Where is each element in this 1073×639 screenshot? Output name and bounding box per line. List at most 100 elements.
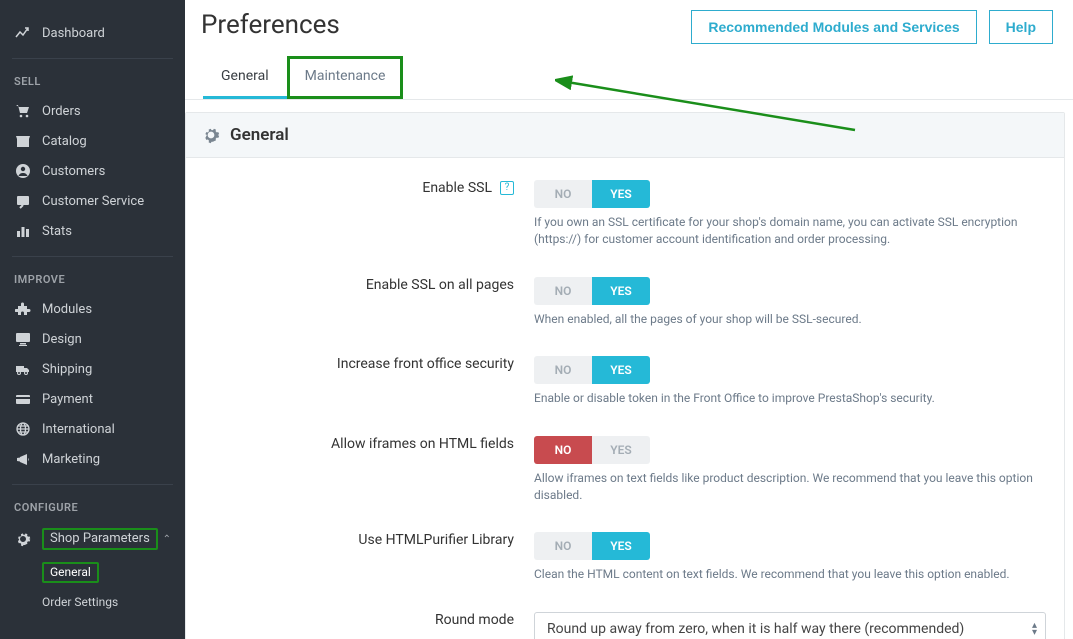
field-label: Use HTMLPurifier Library xyxy=(204,532,534,548)
toggle-yes[interactable]: YES xyxy=(592,180,650,208)
bars-icon xyxy=(14,222,32,240)
toggle-purifier[interactable]: NO YES xyxy=(534,532,650,560)
toggle-no[interactable]: NO xyxy=(534,277,592,305)
store-icon xyxy=(14,132,32,150)
tabs: General Maintenance xyxy=(185,56,1073,100)
globe-icon xyxy=(14,420,32,438)
panel-body: Enable SSL? NO YES If you own an SSL cer… xyxy=(186,158,1064,639)
row-ssl-all-pages: Enable SSL on all pages NO YES When enab… xyxy=(204,277,1046,328)
divider xyxy=(12,58,173,59)
sidebar-item-label: Shipping xyxy=(42,362,92,377)
sidebar-item-modules[interactable]: Modules xyxy=(0,294,185,324)
topbar: Preferences Recommended Modules and Serv… xyxy=(185,0,1073,44)
tab-general[interactable]: General xyxy=(203,56,287,99)
sidebar-item-label: Orders xyxy=(42,104,81,119)
field-label: Enable SSL? xyxy=(204,180,534,196)
sidebar-subitems: General Order Settings xyxy=(0,556,185,615)
help-text: Enable or disable token in the Front Off… xyxy=(534,390,1046,407)
toggle-no[interactable]: NO xyxy=(534,436,592,464)
card-icon xyxy=(14,390,32,408)
page-title: Preferences xyxy=(201,10,340,40)
help-text: Allow iframes on text fields like produc… xyxy=(534,470,1046,505)
select-round-mode[interactable]: Round up away from zero, when it is half… xyxy=(534,612,1046,639)
toggle-no[interactable]: NO xyxy=(534,532,592,560)
row-allow-iframes: Allow iframes on HTML fields NO YES Allo… xyxy=(204,436,1046,505)
toggle-yes[interactable]: YES xyxy=(592,277,650,305)
sidebar-item-customer-service[interactable]: Customer Service xyxy=(0,186,185,216)
sidebar-item-dashboard[interactable]: Dashboard xyxy=(0,18,185,48)
sidebar-item-customers[interactable]: Customers xyxy=(0,156,185,186)
gear-icon xyxy=(202,126,220,144)
toggle-enable-ssl[interactable]: NO YES xyxy=(534,180,650,208)
sidebar-item-payment[interactable]: Payment xyxy=(0,384,185,414)
sidebar-section-improve: IMPROVE xyxy=(0,267,185,294)
sidebar-item-label: Stats xyxy=(42,224,72,239)
top-actions: Recommended Modules and Services Help xyxy=(691,10,1053,44)
divider xyxy=(12,484,173,485)
sidebar-item-stats[interactable]: Stats xyxy=(0,216,185,246)
sidebar-item-label: Customer Service xyxy=(42,194,144,209)
help-button[interactable]: Help xyxy=(989,10,1053,44)
toggle-yes[interactable]: YES xyxy=(592,532,650,560)
sidebar-item-international[interactable]: International xyxy=(0,414,185,444)
panel-title: General xyxy=(230,125,289,145)
help-icon[interactable]: ? xyxy=(500,181,514,195)
sidebar-section-sell: SELL xyxy=(0,69,185,96)
sidebar-item-label: Payment xyxy=(42,392,93,407)
toggle-no[interactable]: NO xyxy=(534,180,592,208)
toggle-yes[interactable]: YES xyxy=(592,436,650,464)
help-text: Clean the HTML content on text fields. W… xyxy=(534,566,1046,583)
sidebar: Dashboard SELL Orders Catalog Customers … xyxy=(0,0,185,639)
sidebar-item-label: Modules xyxy=(42,302,92,317)
chat-icon xyxy=(14,192,32,210)
megaphone-icon xyxy=(14,450,32,468)
recommended-button[interactable]: Recommended Modules and Services xyxy=(691,10,976,44)
sidebar-subitem-order-settings[interactable]: Order Settings xyxy=(34,589,185,615)
chevron-up-icon: ⌃ xyxy=(163,534,171,545)
toggle-ssl-all[interactable]: NO YES xyxy=(534,277,650,305)
row-enable-ssl: Enable SSL? NO YES If you own an SSL cer… xyxy=(204,180,1046,249)
row-round-mode: Round mode Round up away from zero, when… xyxy=(204,612,1046,639)
divider xyxy=(12,256,173,257)
help-text: When enabled, all the pages of your shop… xyxy=(534,311,1046,328)
row-front-security: Increase front office security NO YES En… xyxy=(204,356,1046,407)
person-icon xyxy=(14,162,32,180)
field-label: Allow iframes on HTML fields xyxy=(204,436,534,452)
toggle-no[interactable]: NO xyxy=(534,356,592,384)
help-text: If you own an SSL certificate for your s… xyxy=(534,214,1046,249)
toggle-front-security[interactable]: NO YES xyxy=(534,356,650,384)
sidebar-item-label: Customers xyxy=(42,164,105,179)
sidebar-item-orders[interactable]: Orders xyxy=(0,96,185,126)
row-htmlpurifier: Use HTMLPurifier Library NO YES Clean th… xyxy=(204,532,1046,583)
field-label: Increase front office security xyxy=(204,356,534,372)
field-label: Enable SSL on all pages xyxy=(204,277,534,293)
sidebar-item-design[interactable]: Design xyxy=(0,324,185,354)
toggle-iframes[interactable]: NO YES xyxy=(534,436,650,464)
select-arrows-icon: ▴▾ xyxy=(1032,622,1037,636)
truck-icon xyxy=(14,360,32,378)
sidebar-item-label: Catalog xyxy=(42,134,87,149)
panel-head: General xyxy=(186,113,1064,158)
puzzle-icon xyxy=(14,300,32,318)
sidebar-item-label: Design xyxy=(42,332,82,347)
sidebar-item-label: Shop Parameters xyxy=(42,528,158,550)
sidebar-item-label: International xyxy=(42,422,115,437)
sidebar-item-catalog[interactable]: Catalog xyxy=(0,126,185,156)
main: Preferences Recommended Modules and Serv… xyxy=(185,0,1073,639)
toggle-yes[interactable]: YES xyxy=(592,356,650,384)
sidebar-item-label: Marketing xyxy=(42,452,100,467)
sidebar-section-configure: CONFIGURE xyxy=(0,495,185,522)
sidebar-item-marketing[interactable]: Marketing xyxy=(0,444,185,474)
sidebar-item-shop-parameters[interactable]: Shop Parameters ⌃ xyxy=(0,522,185,556)
trend-icon xyxy=(14,24,32,42)
gear-icon xyxy=(14,530,32,548)
tab-maintenance[interactable]: Maintenance xyxy=(287,56,404,99)
select-value: Round up away from zero, when it is half… xyxy=(547,621,964,637)
cart-icon xyxy=(14,102,32,120)
panel-general: General Enable SSL? NO YES If you own an… xyxy=(185,112,1065,639)
field-label: Round mode xyxy=(204,612,534,628)
sidebar-item-shipping[interactable]: Shipping xyxy=(0,354,185,384)
monitor-icon xyxy=(14,330,32,348)
sidebar-item-label: Dashboard xyxy=(42,26,105,41)
sidebar-subitem-general[interactable]: General xyxy=(34,556,185,589)
